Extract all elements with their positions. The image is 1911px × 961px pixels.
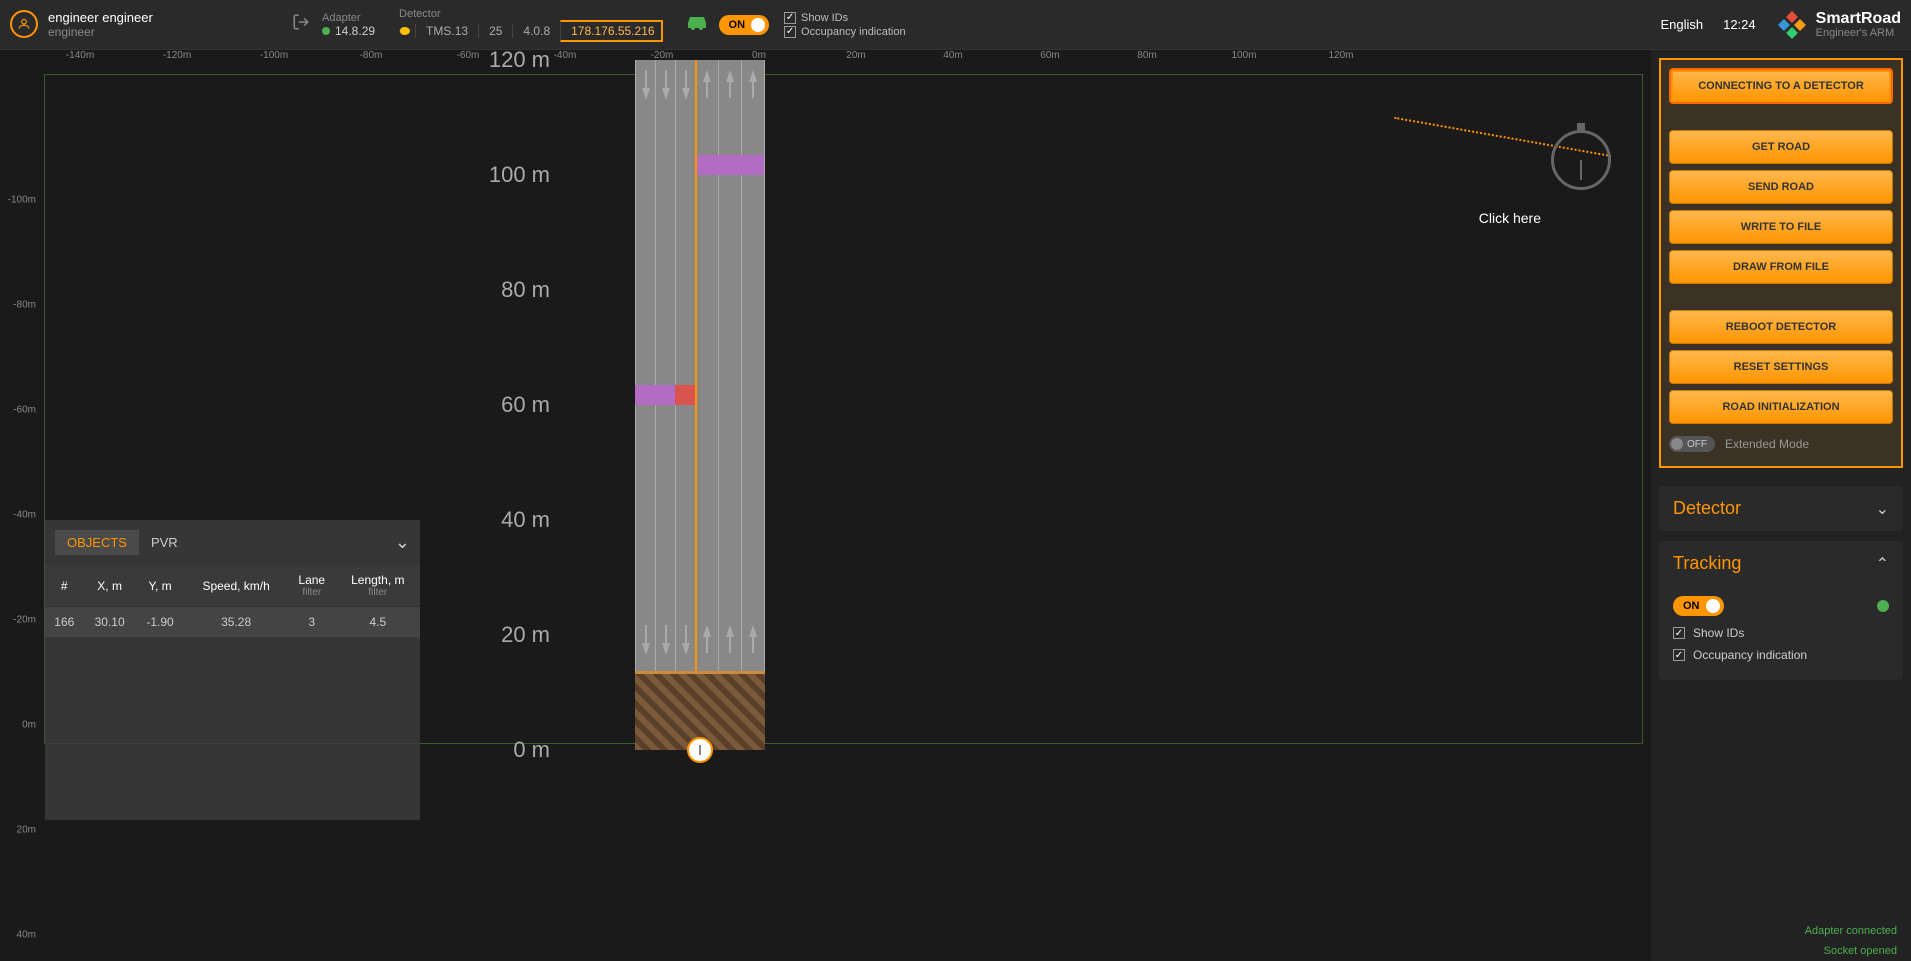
chevron-down-icon: ⌄ [1876,499,1889,519]
extended-mode-toggle[interactable]: OFF [1669,436,1715,452]
road-init-button[interactable]: ROAD INITIALIZATION [1669,390,1893,424]
click-here-hint: Click here [1479,210,1541,226]
tracking-section-header[interactable]: Tracking⌃ [1659,541,1903,586]
clock: 12:24 [1723,17,1756,32]
tracking-section-panel: Tracking⌃ ON ✓Show IDs ✓Occupancy indica… [1659,541,1903,680]
adapter-info: Adapter 14.8.29 [310,12,387,38]
user-role: engineer [48,25,282,39]
detector-info: Detector TMS.13 25 4.0.8 178.176.55.216 [387,8,675,42]
tracking-show-ids-checkbox[interactable]: ✓Show IDs [1673,626,1889,640]
car-icon[interactable] [685,13,709,37]
stopwatch-icon[interactable] [1551,130,1611,190]
detector-ip[interactable]: 178.176.55.216 [560,20,662,42]
header-checkboxes: ✓Show IDs ✓Occupancy indication [784,12,906,38]
status-dot-green [322,27,330,35]
user-avatar-icon[interactable] [10,10,38,38]
road [635,60,765,750]
language-selector[interactable]: English [1660,17,1703,32]
logo-icon [1776,9,1808,41]
road-visualization: 120 m100 m80 m60 m40 m20 m0 m [480,50,1300,770]
get-road-button[interactable]: GET ROAD [1669,130,1893,164]
tracking-occupancy-checkbox[interactable]: ✓Occupancy indication [1673,648,1889,662]
header: engineer engineer engineer Adapter 14.8.… [0,0,1911,50]
objects-table: # X, m Y, m Speed, km/h Lanefilter Lengt… [45,565,420,637]
table-row[interactable]: 166 30.10 -1.90 35.28 3 4.5 [45,607,420,638]
reset-settings-button[interactable]: RESET SETTINGS [1669,350,1893,384]
detector-section-panel: Detector⌄ [1659,486,1903,531]
zone-purple-1 [697,155,764,175]
detector-section-header[interactable]: Detector⌄ [1659,486,1903,531]
zone-red [675,385,695,405]
chevron-up-icon: ⌃ [1876,554,1889,574]
status-adapter: Adapter connected [1651,921,1911,941]
user-section: engineer engineer engineer [10,10,310,40]
connect-detector-button[interactable]: CONNECTING TO A DETECTOR [1669,68,1893,104]
app-logo: SmartRoad Engineer's ARM [1776,9,1901,41]
plot-area[interactable]: -140m-120m-100m-80m-60m-40m-20m0m20m40m6… [0,50,1651,961]
tab-pvr[interactable]: PVR [139,530,190,555]
radar-origin-icon [687,737,713,763]
objects-panel: OBJECTS PVR ⌄ # X, m Y, m Speed, km/h La… [45,520,420,820]
main-area: -140m-120m-100m-80m-60m-40m-20m0m20m40m6… [0,50,1911,961]
draw-file-button[interactable]: DRAW FROM FILE [1669,250,1893,284]
right-panel: CONNECTING TO A DETECTOR GET ROAD SEND R… [1651,50,1911,961]
status-socket: Socket opened [1651,941,1911,961]
cb-occupancy[interactable]: ✓Occupancy indication [784,26,906,38]
tracking-on-toggle[interactable]: ON [1673,596,1724,616]
user-name: engineer engineer [48,10,282,26]
write-file-button[interactable]: WRITE TO FILE [1669,210,1893,244]
panel-collapse-icon[interactable]: ⌄ [395,532,410,553]
status-dot-yellow [399,27,410,35]
ruler-left: -100m-80m-60m-40m-20m0m20m40m [0,70,40,961]
zone-purple-2 [635,385,675,405]
cb-show-ids[interactable]: ✓Show IDs [784,12,906,24]
reboot-detector-button[interactable]: REBOOT DETECTOR [1669,310,1893,344]
header-on-toggle[interactable]: ON [719,15,770,35]
logout-icon[interactable] [292,13,310,36]
tab-objects[interactable]: OBJECTS [55,530,139,555]
send-road-button[interactable]: SEND ROAD [1669,170,1893,204]
tracking-status-dot [1877,600,1889,612]
